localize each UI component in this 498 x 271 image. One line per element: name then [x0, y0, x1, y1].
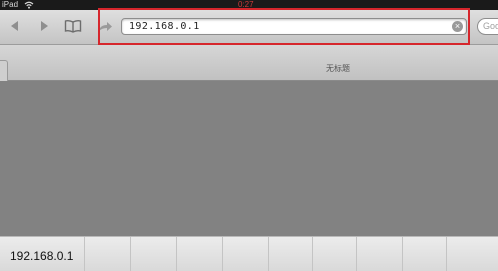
keyboard-key[interactable]: [222, 237, 268, 271]
keyboard-key[interactable]: [268, 237, 312, 271]
page-content: [0, 81, 498, 236]
keyboard-row: 192.168.0.1: [0, 236, 498, 271]
keyboard-key[interactable]: [312, 237, 356, 271]
autocomplete-suggestion[interactable]: 192.168.0.1: [10, 249, 73, 263]
keyboard-key[interactable]: [130, 237, 176, 271]
carrier-label: iPad: [2, 0, 19, 9]
tab-title[interactable]: 无标题: [326, 64, 350, 74]
bookmarks-button[interactable]: [62, 16, 84, 36]
keyboard-key[interactable]: [446, 237, 498, 271]
tab-bar: 无标题: [0, 45, 498, 81]
keyboard-key[interactable]: [176, 237, 222, 271]
back-button[interactable]: [4, 16, 26, 36]
keyboard-key[interactable]: [402, 237, 446, 271]
forward-button[interactable]: [33, 16, 55, 36]
keyboard-key[interactable]: [356, 237, 402, 271]
tab-left-edge[interactable]: [0, 60, 8, 81]
highlight-annotation: [98, 8, 470, 45]
keyboard-key[interactable]: [84, 237, 130, 271]
search-input[interactable]: Goo: [477, 18, 498, 35]
bookmarks-icon: [64, 19, 82, 33]
back-icon: [11, 21, 18, 31]
forward-icon: [41, 21, 48, 31]
